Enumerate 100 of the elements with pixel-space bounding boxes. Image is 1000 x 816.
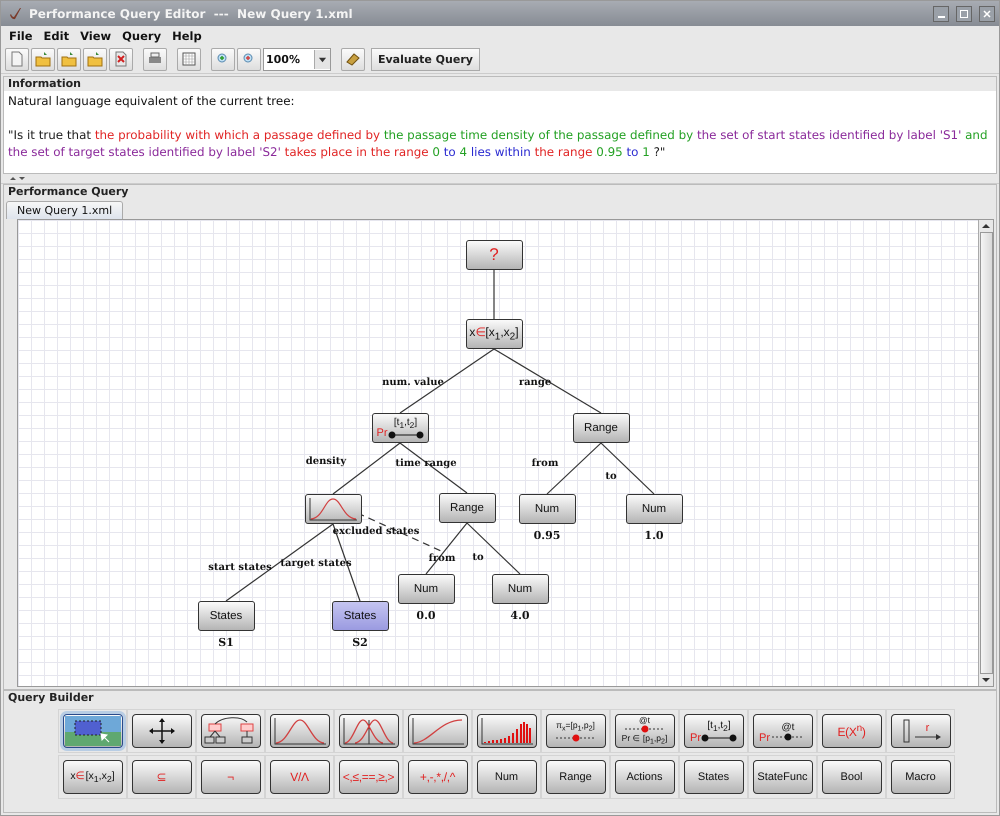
caret-icon	[314, 50, 330, 68]
rising-curve-icon	[410, 716, 466, 746]
edge-label: density	[306, 455, 346, 469]
tree-node[interactable]: Pr [t$_{1}$,t$_{2}$]	[372, 413, 428, 443]
zoom-in-button[interactable]	[211, 48, 235, 70]
node-value: 0.95	[532, 529, 562, 542]
node-value: 4.0	[509, 609, 531, 622]
tree-node[interactable]: Num	[398, 574, 454, 604]
print-button[interactable]	[143, 48, 167, 70]
open-button[interactable]	[83, 48, 107, 70]
node-palette-button[interactable]: States	[684, 760, 744, 794]
folder-icon	[61, 51, 77, 67]
node-value: 0.0	[415, 609, 437, 622]
folder-icon	[87, 51, 103, 67]
tree-node[interactable]: Num	[492, 574, 548, 604]
node-value: S2	[351, 636, 369, 649]
grid-button[interactable]	[177, 48, 201, 70]
node-value: 1.0	[643, 529, 665, 542]
edge-label: range	[518, 376, 552, 390]
new-button[interactable]	[5, 48, 29, 70]
scroll-up-icon[interactable]	[982, 224, 990, 228]
density-node[interactable]	[304, 494, 362, 524]
info-text: Natural language equivalent of the current tree:	[8, 93, 296, 110]
app-icon	[9, 6, 23, 20]
tab[interactable]: New Query 1.xml	[6, 201, 124, 219]
grid-icon	[181, 51, 197, 67]
edge-line	[466, 522, 520, 574]
close-file-icon	[113, 51, 129, 67]
node-palette-button[interactable]: Pr @t	[752, 714, 812, 748]
node-palette-button[interactable]: Actions	[614, 760, 674, 794]
splitter-handle[interactable]	[1, 174, 999, 184]
maximize-button[interactable]	[956, 6, 972, 22]
new-file-icon	[9, 51, 25, 67]
tree-node[interactable]: Range	[572, 413, 630, 443]
node-palette-button[interactable]	[270, 714, 330, 748]
node-palette-button[interactable]: Macro	[890, 760, 950, 794]
tree-node[interactable]: Range	[438, 493, 496, 523]
bell-curve-icon	[272, 716, 328, 746]
edge-label: from	[532, 457, 558, 471]
node-palette-button[interactable]	[200, 714, 260, 748]
edge-label: to	[605, 470, 617, 484]
node-palette-button[interactable]: StateFunc	[752, 760, 812, 794]
menu-item[interactable]: Edit	[44, 28, 70, 42]
maximize-icon	[959, 8, 969, 18]
panel-title: Query Builder	[7, 691, 95, 705]
edge-line	[600, 442, 654, 494]
menu-item[interactable]: Help	[172, 28, 202, 42]
menu-item[interactable]: File	[9, 28, 33, 42]
move-tool-button[interactable]	[132, 714, 192, 748]
open-button[interactable]	[31, 48, 55, 70]
node-palette-button[interactable]	[408, 714, 468, 748]
zoom-out-button[interactable]	[237, 48, 261, 70]
curves-icon	[340, 716, 396, 746]
eraser-button[interactable]	[341, 48, 365, 70]
node-palette-button[interactable]	[476, 714, 536, 748]
zoom-combo[interactable]: 100%	[263, 48, 331, 70]
arrow-icon	[914, 734, 940, 740]
edge-label: num. value	[382, 376, 444, 390]
dot-arrow-icon	[388, 431, 424, 439]
tree-node[interactable]: Num	[518, 494, 576, 524]
folder-icon	[35, 51, 51, 67]
move-icon	[146, 716, 176, 746]
node-palette-button[interactable]: Pr [t$_{1}$,t$_{2}$]	[684, 714, 744, 748]
tree-node[interactable]: States	[198, 601, 254, 631]
node-palette-button[interactable]: Range	[546, 760, 606, 794]
tree-node[interactable]: Num	[626, 494, 682, 524]
scroll-down-icon[interactable]	[982, 678, 990, 682]
edge-line	[426, 522, 468, 574]
selection-icon	[64, 716, 120, 746]
minimize-button[interactable]	[933, 6, 949, 22]
menu-item[interactable]: Query	[122, 28, 162, 42]
panel-title: Information	[7, 77, 82, 91]
query-sentence: "Is it true that the probability with which a passage defined by the passage time density of the passage defined by the set of start states identified by label 'S1' and the set of target states identified by label 'S2' takes place in the range 0 to 4 lies within the range 0.95 to 1 ?"	[8, 127, 989, 161]
node-value: S1	[217, 636, 235, 649]
dot-arrow-icon	[701, 734, 737, 742]
vertical-scrollbar[interactable]	[978, 220, 993, 686]
node-palette-button[interactable]: π$_{x}$=[p$_{1}$,p$_{2}$]	[546, 714, 606, 748]
node-palette-button[interactable]: Bool	[822, 760, 882, 794]
panel-title: Performance Query	[7, 185, 130, 199]
open-button[interactable]	[57, 48, 81, 70]
node-palette-button[interactable]: Num	[476, 760, 536, 794]
eraser-icon	[345, 51, 361, 67]
window-title: Performance Query Editor --- New Query 1.xml	[29, 6, 353, 20]
menu-item[interactable]: View	[80, 28, 112, 42]
close-file-button[interactable]	[109, 48, 133, 70]
node-palette-button[interactable]: r	[890, 714, 950, 748]
node-palette-button[interactable]	[338, 714, 398, 748]
tree-node[interactable]: ?	[466, 240, 522, 270]
minimize-icon	[938, 16, 944, 18]
node-palette-button[interactable]: @t Pr ∈ [p$_{1}$,p$_{2}$]	[614, 714, 674, 748]
bell-curve-icon	[307, 496, 359, 522]
close-icon	[982, 8, 992, 18]
tree-node[interactable]: x∈[x$_{1}$,x$_{2}$]	[466, 319, 522, 349]
evaluate-query-button[interactable]: Evaluate Query	[371, 48, 480, 70]
node-palette-button[interactable]: E(X$^{n}$)	[822, 714, 882, 748]
edge-line	[493, 270, 495, 319]
edge-label: to	[472, 551, 484, 565]
node-palette-button[interactable]: x∈[x$_{1}$,x$_{2}$]	[62, 760, 122, 794]
close-button[interactable]	[979, 6, 995, 22]
tree-node[interactable]: States	[332, 601, 388, 631]
